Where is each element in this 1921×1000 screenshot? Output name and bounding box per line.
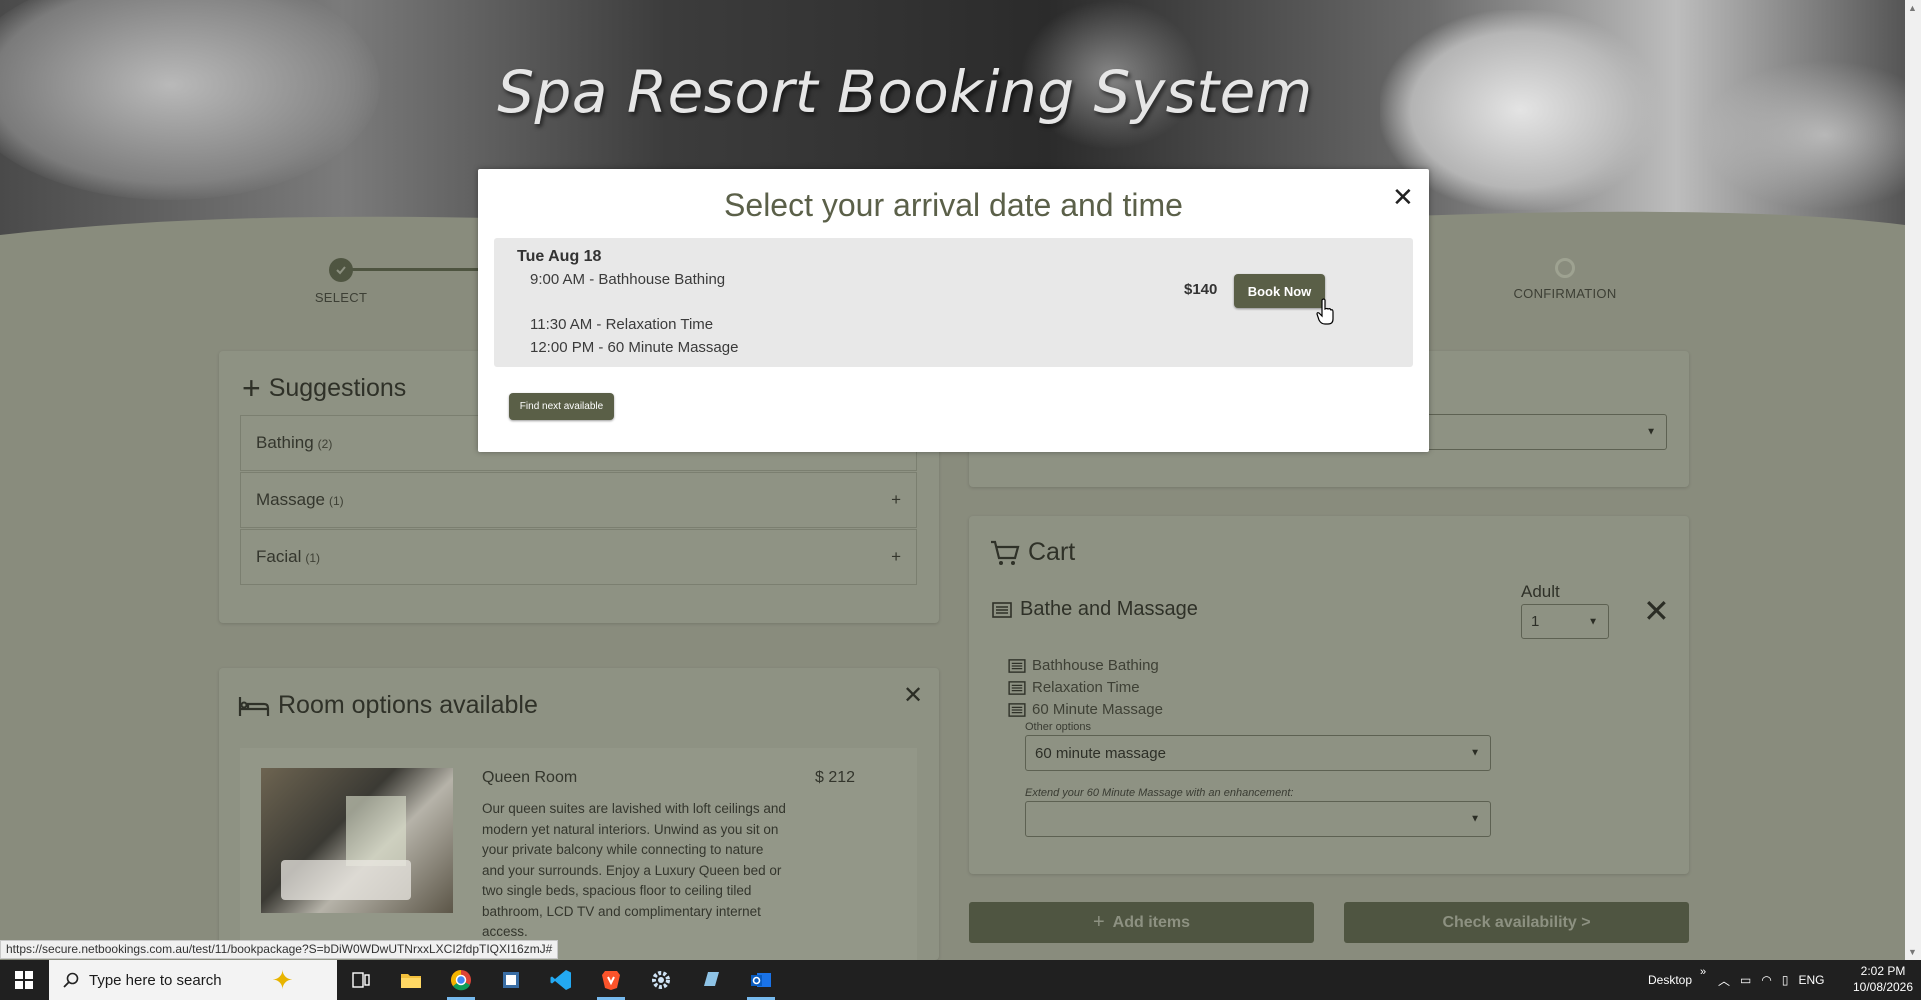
search-panel-select[interactable]: ▼ xyxy=(1420,414,1667,450)
chevron-double-icon: » xyxy=(1700,966,1707,978)
settings-gear-icon[interactable] xyxy=(637,960,685,1000)
battery-icon[interactable]: ▭ xyxy=(1740,973,1751,987)
step-dot xyxy=(1555,258,1575,278)
remove-cart-item-icon[interactable]: ✕ xyxy=(1643,595,1670,627)
step-select-label: SELECT xyxy=(314,290,368,305)
other-options-label: Other options xyxy=(1025,721,1092,733)
cart-sub-item: 60 Minute Massage xyxy=(1008,701,1163,718)
search-icon xyxy=(63,972,79,988)
plus-icon: + xyxy=(1092,911,1105,933)
cart-sub-item: Relaxation Time xyxy=(1008,679,1140,696)
step-confirmation[interactable]: CONFIRMATION xyxy=(1505,258,1625,301)
room-description: Our queen suites are lavished with loft … xyxy=(482,801,786,939)
add-items-button[interactable]: + Add items xyxy=(969,902,1314,943)
adult-select[interactable]: 1 ▼ xyxy=(1521,604,1609,639)
modal-close-icon[interactable]: ✕ xyxy=(1392,184,1414,210)
outlook-icon[interactable] xyxy=(737,960,785,1000)
rooms-close-icon[interactable]: ✕ xyxy=(903,681,923,710)
speaker-icon[interactable]: ▯ xyxy=(1782,973,1789,987)
enhancement-label: Extend your 60 Minute Massage with an en… xyxy=(1025,787,1294,799)
list-icon xyxy=(1008,658,1026,673)
cart-sub-item: Bathhouse Bathing xyxy=(1008,657,1159,674)
book-now-button[interactable]: Book Now xyxy=(1234,274,1325,308)
other-options-select[interactable]: 60 minute massage ▼ xyxy=(1025,735,1491,771)
availability-date: Tue Aug 18 xyxy=(517,248,602,265)
chevron-up-icon[interactable]: ︿ xyxy=(1718,972,1730,989)
language-indicator[interactable]: ENG xyxy=(1798,973,1824,987)
system-tray: ︿ ▭ ◠ ▯ ENG xyxy=(1718,960,1824,1000)
bed-icon xyxy=(238,696,270,716)
sparkle-icon: ✦ xyxy=(271,964,294,995)
adult-label: Adult xyxy=(1521,582,1560,601)
schedule-line: 9:00 AM - Bathhouse Bathing xyxy=(530,271,726,288)
windows-start-icon[interactable] xyxy=(0,960,48,1000)
schedule-line: 12:00 PM - 60 Minute Massage xyxy=(530,339,739,356)
room-price: $ 212 xyxy=(815,769,856,786)
room-image xyxy=(261,768,453,913)
list-icon xyxy=(1008,702,1026,717)
scroll-up-icon[interactable]: ▲ xyxy=(1908,3,1917,13)
scroll-down-icon[interactable]: ▼ xyxy=(1908,947,1917,957)
list-icon xyxy=(992,601,1012,618)
check-icon xyxy=(329,258,353,282)
cart-icon xyxy=(991,540,1020,565)
desktop-toolbar[interactable]: Desktop » xyxy=(1648,960,1706,1000)
schedule-line: 11:30 AM - Relaxation Time xyxy=(530,316,714,333)
step-confirmation-label: CONFIRMATION xyxy=(1513,286,1617,301)
room-name: Queen Room xyxy=(482,769,578,786)
vscode-icon[interactable] xyxy=(537,960,585,1000)
status-bar-url: https://secure.netbookings.com.au/test/1… xyxy=(0,940,559,959)
cart-item-title: Bathe and Massage xyxy=(992,598,1198,621)
modal-title: Select your arrival date and time xyxy=(724,187,1183,223)
find-next-available-button[interactable]: Find next available xyxy=(509,393,614,420)
taskbar-clock[interactable]: 2:02 PM 10/08/2026 xyxy=(1848,963,1918,995)
taskbar-search-input[interactable]: Type here to search ✦ xyxy=(49,960,337,1000)
wifi-icon[interactable]: ◠ xyxy=(1761,973,1771,987)
cart-title: Cart xyxy=(990,538,1075,567)
expand-plus-icon[interactable]: + xyxy=(891,547,901,567)
file-explorer-icon[interactable] xyxy=(387,960,435,1000)
task-view-icon[interactable] xyxy=(337,960,385,1000)
enhancement-select[interactable]: ▼ xyxy=(1025,801,1491,837)
expand-plus-icon[interactable]: + xyxy=(891,490,901,510)
suggestions-title: + Suggestions xyxy=(242,370,407,406)
notepad-icon[interactable] xyxy=(687,960,735,1000)
page-scrollbar[interactable]: ▲ ▼ xyxy=(1905,0,1921,960)
taskbar: Type here to search ✦ Desktop » ︿ ▭ ◠ ▯ … xyxy=(0,960,1921,1000)
list-icon xyxy=(1008,680,1026,695)
app-icon[interactable] xyxy=(487,960,535,1000)
step-select[interactable]: SELECT xyxy=(306,258,376,305)
brave-icon[interactable] xyxy=(587,960,635,1000)
suggestion-item-massage[interactable]: Massage (1) + xyxy=(240,472,917,528)
check-availability-button[interactable]: Check availability > xyxy=(1344,902,1689,943)
suggestion-item-facial[interactable]: Facial (1) + xyxy=(240,529,917,585)
plus-icon: + xyxy=(242,370,261,406)
rooms-title: Room options available xyxy=(238,691,538,720)
hand-cursor-icon xyxy=(1316,298,1334,325)
availability-price: $140 xyxy=(1184,281,1218,298)
chrome-icon[interactable] xyxy=(437,960,485,1000)
page-title: Spa Resort Booking System xyxy=(497,58,1313,126)
